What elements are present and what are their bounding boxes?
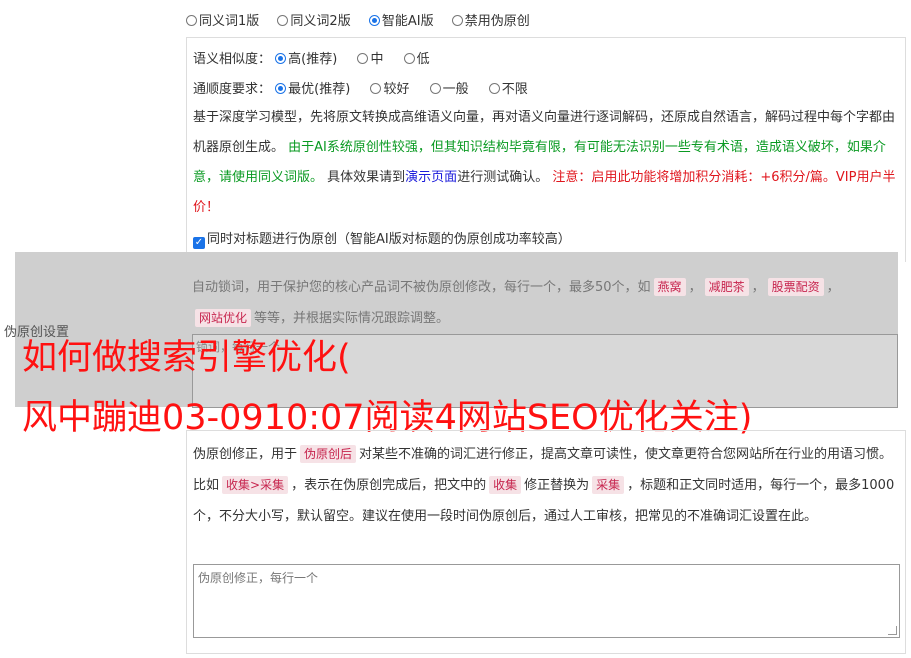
mode-option-synonym2[interactable]: 同义词2版 bbox=[277, 14, 351, 29]
fix-input[interactable]: 伪原创修正，每行一个 bbox=[193, 564, 900, 638]
similarity-row: 语义相似度： 高(推荐) 中 低 bbox=[193, 48, 446, 67]
example-tag: 网站优化 bbox=[195, 309, 252, 327]
example-tag: 减肥茶 bbox=[704, 278, 749, 296]
mode-option-disabled[interactable]: 禁用伪原创 bbox=[451, 14, 530, 29]
example-tag: 采集 bbox=[592, 476, 625, 494]
fix-description: 伪原创修正，用于 伪原创后 对某些不准确的词汇进行修正，提高文章可读性，使文章更符合… bbox=[193, 445, 895, 524]
example-tag: 伪原创后 bbox=[300, 445, 357, 463]
fluency-row: 通顺度要求： 最优(推荐) 较好 一般 不限 bbox=[193, 78, 544, 97]
mode-radio-group: 同义词1版 同义词2版 智能AI版 禁用伪原创 bbox=[186, 10, 544, 29]
ai-description: 基于深度学习模型，先将原文转换成高维语义向量，再对语义向量进行逐词解码，还原成自… bbox=[193, 110, 896, 215]
similarity-option-high[interactable]: 高(推荐) bbox=[275, 52, 337, 67]
fluency-label: 通顺度要求： bbox=[193, 82, 272, 97]
radio-icon[interactable] bbox=[429, 83, 441, 94]
radio-icon[interactable] bbox=[403, 53, 415, 64]
radio-icon[interactable] bbox=[357, 53, 369, 64]
ai-settings-panel: 语义相似度： 高(推荐) 中 低 通顺度要求： 最优(推荐) 较好 一般 不限 … bbox=[186, 37, 906, 262]
fluency-option-any[interactable]: 不限 bbox=[488, 82, 528, 97]
mode-option-synonym1[interactable]: 同义词1版 bbox=[186, 14, 259, 29]
radio-icon[interactable] bbox=[186, 15, 197, 26]
radio-icon[interactable] bbox=[277, 15, 289, 26]
checkbox-checked-icon[interactable]: ✓ bbox=[193, 237, 205, 249]
example-tag: 收集 bbox=[489, 476, 522, 494]
similarity-option-low[interactable]: 低 bbox=[403, 52, 430, 67]
resize-handle-icon[interactable] bbox=[888, 626, 897, 635]
fluency-option-good[interactable]: 较好 bbox=[370, 82, 409, 97]
example-tag: 股票配资 bbox=[767, 278, 824, 296]
example-tag: 收集>采集 bbox=[222, 476, 289, 494]
radio-icon[interactable] bbox=[488, 83, 500, 94]
example-tag: 燕窝 bbox=[653, 278, 686, 296]
similarity-label: 语义相似度： bbox=[193, 52, 272, 67]
fix-panel: 伪原创修正，用于 伪原创后 对某些不准确的词汇进行修正，提高文章可读性，使文章更符合… bbox=[186, 430, 906, 654]
radio-icon[interactable] bbox=[451, 15, 463, 26]
lock-words-description: 自动锁词，用于保护您的核心产品词不被伪原创修改，每行一个，最多50个，如 燕窝，减… bbox=[192, 278, 840, 327]
radio-selected-icon[interactable] bbox=[275, 83, 287, 94]
similarity-option-medium[interactable]: 中 bbox=[357, 52, 383, 67]
title-checkbox-row[interactable]: ✓ 同时对标题进行伪原创（智能AI版对标题的伪原创成功率较高） bbox=[193, 228, 571, 249]
radio-icon[interactable] bbox=[370, 83, 382, 94]
headline-line1: 如何做搜索引擎优化( bbox=[22, 338, 351, 378]
radio-selected-icon[interactable] bbox=[275, 53, 287, 64]
fluency-option-best[interactable]: 最优(推荐) bbox=[275, 82, 350, 97]
mode-option-ai[interactable]: 智能AI版 bbox=[368, 14, 434, 29]
radio-selected-icon[interactable] bbox=[368, 15, 380, 26]
demo-page-link[interactable]: 演示页面 bbox=[405, 170, 457, 185]
fluency-option-normal[interactable]: 一般 bbox=[429, 82, 469, 97]
